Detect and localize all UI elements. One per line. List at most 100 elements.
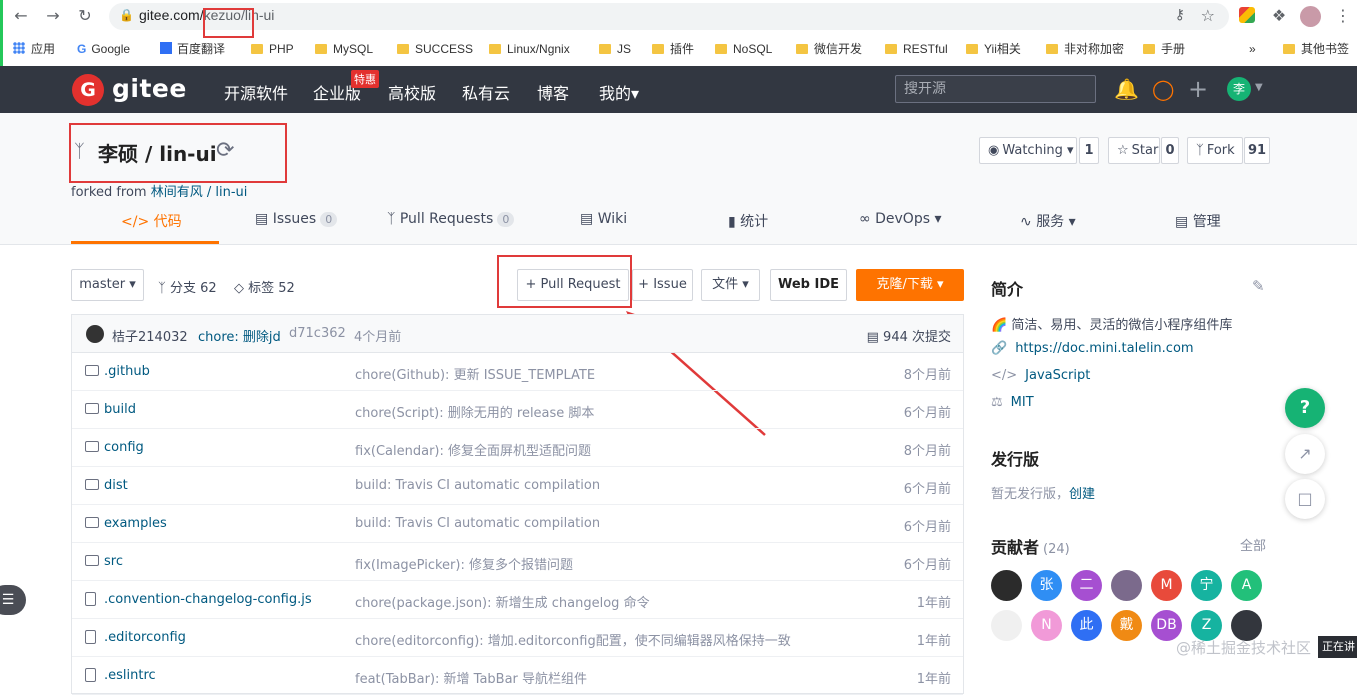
omnibox[interactable]: 🔒 gitee.com/kezuo/lin-ui ⚷ ☆ bbox=[109, 3, 1229, 30]
contributor-avatar[interactable]: 二 bbox=[1071, 570, 1102, 601]
file-name[interactable]: examples bbox=[104, 516, 167, 531]
help-button[interactable]: ? bbox=[1285, 388, 1325, 428]
nav-university[interactable]: 高校版 bbox=[388, 80, 436, 104]
web-ide-button[interactable]: Web IDE bbox=[770, 269, 847, 301]
tab-pull-requests[interactable]: ᛉ Pull Requests 0 bbox=[387, 211, 515, 227]
chevron-down-icon[interactable]: ▼ bbox=[1255, 82, 1263, 93]
tab-manage[interactable]: ▤ 管理 bbox=[1175, 211, 1221, 231]
tab-devops[interactable]: ∞ DevOps ▾ bbox=[859, 211, 941, 227]
bookmark-folder[interactable]: NoSQL bbox=[715, 40, 772, 58]
bookmark-folder[interactable]: 插件 bbox=[652, 40, 694, 58]
contributor-avatar[interactable] bbox=[991, 610, 1022, 641]
star-button[interactable]: ☆ Star bbox=[1108, 137, 1160, 164]
contributor-avatar[interactable]: 张 bbox=[1031, 570, 1062, 601]
contributor-avatar[interactable] bbox=[991, 570, 1022, 601]
file-name[interactable]: build bbox=[104, 402, 136, 417]
list-menu-icon[interactable]: ☰ bbox=[0, 585, 26, 615]
bookmark-folder[interactable]: PHP bbox=[251, 40, 294, 58]
contributor-avatar[interactable] bbox=[1111, 570, 1142, 601]
star-count[interactable]: 0 bbox=[1161, 137, 1179, 164]
tab-wiki[interactable]: ▤ Wiki bbox=[580, 211, 627, 227]
chat-icon[interactable]: □ bbox=[1285, 479, 1325, 519]
file-name[interactable]: .convention-changelog-config.js bbox=[104, 592, 312, 607]
file-commit-message[interactable]: fix(Calendar): 修复全面屏机型适配问题 bbox=[355, 440, 591, 459]
file-commit-message[interactable]: chore(editorconfig): 增加.editorconfig配置，使… bbox=[355, 630, 791, 649]
forked-from-link[interactable]: 林间有风 / lin-ui bbox=[151, 185, 248, 200]
contributor-avatar[interactable]: A bbox=[1231, 570, 1262, 601]
fork-button[interactable]: ᛉ Fork bbox=[1187, 137, 1243, 164]
bookmark-baidu[interactable]: 百度翻译 bbox=[160, 40, 225, 58]
menu-dots-icon[interactable]: ⋮ bbox=[1333, 6, 1353, 26]
file-commit-message[interactable]: chore(package.json): 新增生成 changelog 命令 bbox=[355, 592, 650, 611]
reload-icon[interactable]: ↻ bbox=[75, 6, 95, 26]
clone-download-button[interactable]: 克隆/下载 ▾ bbox=[856, 269, 964, 301]
file-commit-message[interactable]: chore(Github): 更新 ISSUE_TEMPLATE bbox=[355, 364, 595, 383]
branches-link[interactable]: ᛉ 分支 62 bbox=[158, 277, 217, 296]
nav-open-source[interactable]: 开源软件 bbox=[224, 80, 288, 104]
contributor-avatar[interactable]: M bbox=[1151, 570, 1182, 601]
share-icon[interactable]: ↗ bbox=[1285, 434, 1325, 474]
tab-services[interactable]: ∿ 服务 ▾ bbox=[1020, 211, 1076, 231]
commit-message[interactable]: chore: 删除jd bbox=[198, 326, 281, 345]
file-commit-message[interactable]: fix(ImagePicker): 修复多个报错问题 bbox=[355, 554, 573, 573]
bookmarks-overflow[interactable]: » bbox=[1249, 40, 1256, 58]
tags-link[interactable]: ◇ 标签 52 bbox=[234, 277, 295, 296]
bookmark-folder[interactable]: 非对称加密 bbox=[1046, 40, 1124, 58]
bookmark-folder[interactable]: Linux/Ngnix bbox=[489, 40, 570, 58]
bookmark-other[interactable]: 其他书签 bbox=[1283, 40, 1349, 58]
profile-avatar[interactable] bbox=[1300, 6, 1321, 27]
extension-icon[interactable] bbox=[1239, 7, 1255, 23]
file-name[interactable]: dist bbox=[104, 478, 128, 493]
file-name[interactable]: .editorconfig bbox=[104, 630, 186, 645]
file-commit-message[interactable]: chore(Script): 删除无用的 release 脚本 bbox=[355, 402, 594, 421]
bookmark-folder[interactable]: Yii相关 bbox=[966, 40, 1021, 58]
file-menu-button[interactable]: 文件 ▾ bbox=[701, 269, 760, 301]
create-release-link[interactable]: 创建 bbox=[1069, 487, 1095, 502]
bookmark-folder[interactable]: MySQL bbox=[315, 40, 373, 58]
file-commit-message[interactable]: build: Travis CI automatic compilation bbox=[355, 516, 600, 531]
edit-icon[interactable]: ✎ bbox=[1252, 277, 1265, 295]
homepage-link[interactable]: https://doc.mini.talelin.com bbox=[1015, 341, 1193, 356]
bookmark-google[interactable]: G Google bbox=[77, 40, 130, 58]
file-commit-message[interactable]: build: Travis CI automatic compilation bbox=[355, 478, 600, 493]
search-input[interactable] bbox=[896, 76, 1095, 102]
user-avatar[interactable]: 李 bbox=[1227, 77, 1251, 101]
gitee-logo-text[interactable]: gitee bbox=[112, 74, 187, 103]
commit-author[interactable]: 桔子214032 bbox=[112, 326, 188, 345]
file-name[interactable]: config bbox=[104, 440, 144, 455]
bookmark-folder[interactable]: 微信开发 bbox=[796, 40, 862, 58]
puzzle-icon[interactable]: ❖ bbox=[1269, 6, 1289, 26]
nav-private-cloud[interactable]: 私有云 bbox=[462, 80, 510, 104]
file-name[interactable]: .github bbox=[104, 364, 150, 379]
bookmark-folder[interactable]: 手册 bbox=[1143, 40, 1185, 58]
lightbulb-icon[interactable]: ◯ bbox=[1152, 78, 1174, 100]
contributor-avatar[interactable]: 宁 bbox=[1191, 570, 1222, 601]
file-name[interactable]: src bbox=[104, 554, 123, 569]
tab-stats[interactable]: ▮ 统计 bbox=[728, 211, 768, 231]
bookmark-folder[interactable]: SUCCESS bbox=[397, 40, 473, 58]
branch-select[interactable]: master ▾ bbox=[71, 269, 144, 301]
forward-icon[interactable]: → bbox=[43, 6, 63, 26]
search-box[interactable] bbox=[895, 75, 1096, 103]
tab-issues[interactable]: ▤ Issues 0 bbox=[255, 211, 338, 227]
contributor-avatar[interactable]: 戴 bbox=[1111, 610, 1142, 641]
language-link[interactable]: JavaScript bbox=[1025, 368, 1090, 383]
plus-icon[interactable]: + bbox=[1188, 77, 1208, 101]
bell-icon[interactable]: 🔔 bbox=[1114, 78, 1139, 100]
bookmark-apps[interactable]: 应用 bbox=[13, 40, 55, 58]
committer-avatar[interactable] bbox=[86, 325, 104, 343]
fork-count[interactable]: 91 bbox=[1244, 137, 1270, 164]
commit-hash[interactable]: d71c362 bbox=[289, 326, 346, 341]
tab-code[interactable]: </> 代码 bbox=[121, 211, 182, 231]
star-bookmark-icon[interactable]: ☆ bbox=[1201, 6, 1215, 25]
watch-button[interactable]: ◉ Watching ▾ bbox=[979, 137, 1077, 164]
issue-button[interactable]: + Issue bbox=[632, 269, 693, 301]
contributor-avatar[interactable]: 此 bbox=[1071, 610, 1102, 641]
bookmark-folder[interactable]: JS bbox=[599, 40, 631, 58]
nav-blog[interactable]: 博客 bbox=[537, 80, 569, 104]
nav-mine[interactable]: 我的▾ bbox=[599, 80, 639, 104]
watch-count[interactable]: 1 bbox=[1079, 137, 1099, 164]
contributor-avatar[interactable]: N bbox=[1031, 610, 1062, 641]
gitee-logo-icon[interactable]: G bbox=[72, 74, 104, 106]
back-icon[interactable]: ← bbox=[11, 6, 31, 26]
